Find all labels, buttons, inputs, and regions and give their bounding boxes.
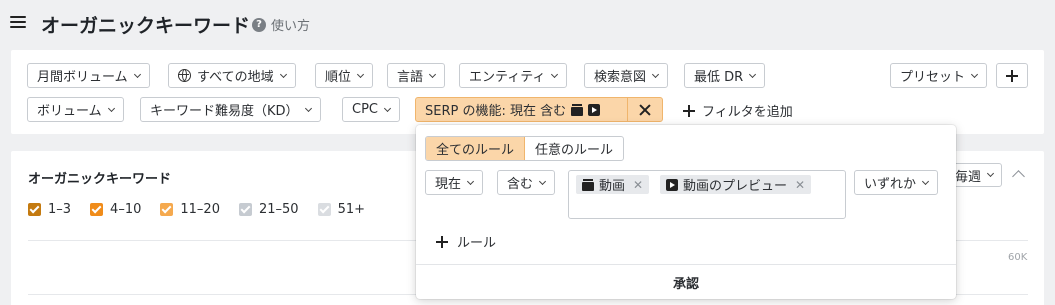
add-rule-button[interactable]: ルール — [436, 232, 496, 251]
legend-item[interactable]: 1–3 — [28, 202, 71, 217]
operator-label: 含む — [507, 177, 534, 192]
chevron-down-icon — [107, 104, 115, 112]
chevron-down-icon — [970, 70, 979, 78]
filter-label: エンティティ — [469, 70, 546, 85]
legend-label: 1–3 — [48, 202, 72, 217]
serp-filter-popover: 全てのルール 任意のルール 現在 含む 動画 ✕ 動画のプレビュー ✕ いずれか… — [416, 125, 956, 299]
globe-icon — [178, 69, 191, 82]
filter-position[interactable]: 順位 — [315, 63, 374, 88]
axis-tick-label: 60K — [1008, 252, 1028, 263]
menu-button[interactable] — [10, 14, 26, 30]
add-filter-button[interactable]: フィルタを追加 — [683, 101, 793, 120]
plus-icon — [436, 235, 448, 248]
match-label: いずれか — [864, 177, 917, 192]
filter-label: 順位 — [325, 70, 352, 85]
add-filter-label: フィルタを追加 — [702, 105, 793, 120]
checkbox-icon — [238, 203, 252, 216]
tag-label: 動画のプレビュー — [683, 179, 788, 194]
state-select[interactable]: 現在 — [425, 170, 484, 195]
legend-label: 21–50 — [258, 202, 299, 217]
video-stack-icon — [571, 103, 584, 116]
match-select[interactable]: いずれか — [854, 170, 939, 195]
chevron-down-icon — [279, 70, 287, 78]
filter-region[interactable]: すべての地域 — [168, 63, 296, 88]
chevron-down-icon — [749, 70, 757, 78]
legend-item[interactable]: 21–50 — [238, 202, 299, 217]
plus-icon — [1006, 69, 1018, 82]
chevron-down-icon — [133, 70, 141, 78]
chevron-down-icon — [383, 104, 392, 112]
filter-entity[interactable]: エンティティ — [459, 63, 568, 88]
chevron-down-icon — [428, 70, 437, 78]
legend-item[interactable]: 51+ — [317, 202, 365, 217]
chevron-down-icon — [551, 70, 559, 78]
help-link[interactable]: ? 使い方 — [252, 15, 310, 34]
any-rule-option[interactable]: 任意のルール — [525, 137, 623, 160]
preset-button[interactable]: プリセット — [890, 63, 988, 88]
rule-mode-toggle: 全てのルール 任意のルール — [425, 136, 625, 161]
checkbox-icon — [317, 203, 331, 216]
filter-monthly-volume[interactable]: 月間ボリューム — [27, 63, 150, 88]
chevron-down-icon — [356, 70, 365, 78]
filter-min-dr[interactable]: 最低 DR — [684, 63, 766, 88]
tag-video-preview: 動画のプレビュー ✕ — [660, 175, 812, 194]
filter-cpc[interactable]: CPC — [342, 97, 400, 122]
period-label: 毎週 — [955, 169, 982, 185]
legend-label: 4–10 — [110, 202, 142, 217]
serp-features-filter: SERP の機能: 現在 含む — [415, 97, 663, 122]
confirm-button[interactable]: 承認 — [416, 264, 956, 299]
plus-icon — [683, 104, 695, 117]
filter-label: 月間ボリューム — [37, 70, 128, 85]
serp-filter-remove-button[interactable] — [627, 98, 662, 121]
chevron-down-icon — [921, 177, 930, 185]
checkbox-icon — [28, 203, 41, 216]
filter-language[interactable]: 言語 — [387, 63, 446, 88]
video-play-icon — [588, 103, 601, 116]
tag-label: 動画 — [599, 179, 626, 194]
video-stack-icon — [582, 178, 594, 191]
filter-label: CPC — [352, 102, 378, 117]
close-icon — [639, 104, 651, 116]
remove-tag-icon[interactable]: ✕ — [633, 178, 643, 192]
help-label: 使い方 — [271, 19, 311, 34]
filter-label: 言語 — [397, 70, 424, 85]
filter-label: 検索意図 — [594, 70, 647, 85]
video-play-icon — [666, 178, 678, 191]
serp-feature-tags-input[interactable]: 動画 ✕ 動画のプレビュー ✕ — [568, 170, 846, 219]
filter-label: ボリューム — [37, 104, 102, 119]
chevron-down-icon — [986, 169, 995, 178]
legend-item[interactable]: 11–20 — [160, 202, 220, 217]
serp-filter-open[interactable]: SERP の機能: 現在 含む — [416, 98, 608, 121]
legend-label: 51+ — [337, 202, 365, 217]
add-preset-button[interactable] — [996, 63, 1028, 88]
position-legend: 1–3 4–10 11–20 21–50 51+ — [28, 202, 384, 217]
checkbox-icon — [90, 203, 104, 216]
filter-label: すべての地域 — [197, 70, 274, 85]
legend-item[interactable]: 4–10 — [90, 202, 141, 217]
chevron-down-icon — [466, 177, 475, 185]
checkbox-icon — [160, 203, 174, 216]
filter-volume[interactable]: ボリューム — [27, 97, 124, 122]
section-title: オーガニックキーワード — [28, 172, 172, 187]
tag-video: 動画 ✕ — [576, 175, 650, 194]
remove-tag-icon[interactable]: ✕ — [795, 178, 805, 192]
chevron-down-icon — [651, 70, 660, 78]
all-rules-option[interactable]: 全てのルール — [426, 137, 526, 160]
state-label: 現在 — [435, 177, 462, 192]
filter-label: 最低 DR — [694, 70, 744, 85]
filter-intent[interactable]: 検索意図 — [584, 63, 669, 88]
page-title: オーガニックキーワード — [41, 15, 251, 37]
filter-label: キーワード難易度（KD） — [150, 104, 299, 119]
add-rule-label: ルール — [457, 236, 497, 251]
legend-label: 11–20 — [180, 202, 220, 217]
operator-select[interactable]: 含む — [497, 170, 556, 195]
filter-kd[interactable]: キーワード難易度（KD） — [140, 97, 321, 122]
question-icon: ? — [252, 17, 266, 32]
preset-label: プリセット — [900, 70, 966, 85]
chevron-down-icon — [304, 104, 312, 112]
chevron-down-icon — [538, 177, 547, 185]
serp-filter-label: SERP の機能: 現在 含む — [425, 104, 567, 119]
